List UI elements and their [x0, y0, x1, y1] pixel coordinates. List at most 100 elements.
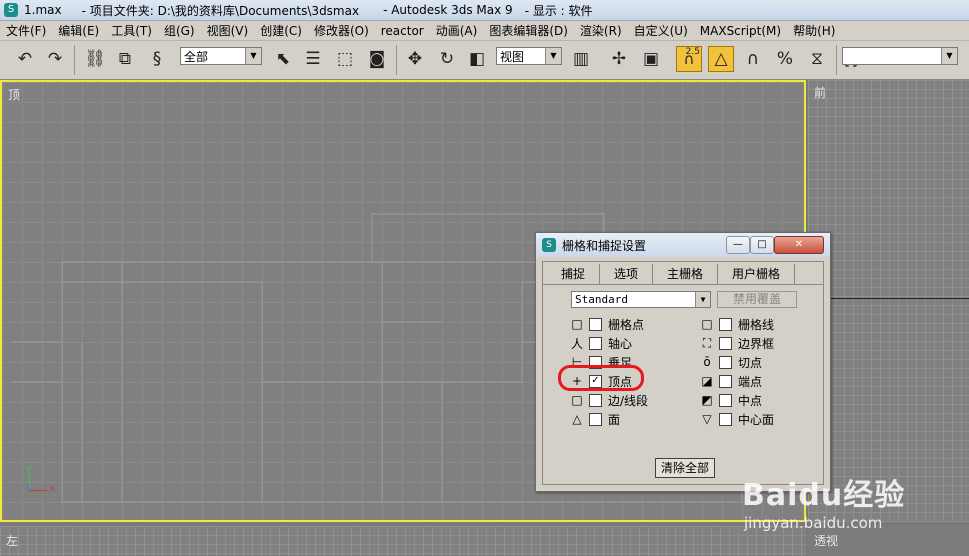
option-label: 中点	[738, 393, 763, 408]
dialog-title: 栅格和捕捉设置	[562, 238, 647, 253]
checkbox[interactable]	[719, 412, 732, 426]
viewport-front[interactable]: 前	[808, 80, 969, 522]
named-selection-dropdown[interactable]: ▼	[842, 47, 958, 65]
snap-option-bounding-box[interactable]: ⛶ 边界框	[699, 335, 774, 351]
snap-option-midpoint[interactable]: ◩ 中点	[699, 392, 762, 408]
selection-filter-dropdown[interactable]: 全部 ▼	[180, 47, 262, 65]
checkbox[interactable]	[719, 355, 732, 369]
clear-all-button[interactable]: 清除全部	[655, 458, 715, 478]
menu-customize[interactable]: 自定义(U)	[628, 22, 694, 39]
menu-animation[interactable]: 动画(A)	[430, 22, 484, 39]
chevron-down-icon: ▼	[695, 292, 710, 307]
tab-user-grids[interactable]: 用户栅格	[718, 264, 796, 284]
snap-option-grid-lines[interactable]: □ 栅格线	[699, 316, 774, 332]
checkbox[interactable]	[719, 393, 732, 407]
snap-option-center-face[interactable]: ▽ 中心面	[699, 411, 774, 427]
3dsmax-app-icon[interactable]: S	[4, 3, 18, 17]
chevron-down-icon: ▼	[941, 48, 957, 64]
close-icon[interactable]: ✕	[774, 236, 824, 254]
menu-modifiers[interactable]: 修改器(O)	[308, 22, 375, 39]
checkbox[interactable]	[719, 317, 732, 331]
toolbar-separator	[74, 45, 75, 75]
main-toolbar: ↶ ↷ ⛓ ⧉ § 全部 ▼ ⬉ ☰ ⬚ ◙ ✥ ↻ ◧ 视图 ▼ ▥ ✢ ▣ …	[0, 41, 969, 80]
snap-option-tangent[interactable]: ō 切点	[699, 354, 762, 370]
menu-file[interactable]: 文件(F)	[0, 22, 52, 39]
snaps-toggle-icon[interactable]: ▣	[638, 46, 664, 72]
menu-create[interactable]: 创建(C)	[254, 22, 308, 39]
checkbox[interactable]	[589, 336, 602, 350]
reference-coordinate-value: 视图	[500, 50, 525, 64]
grid-lines-icon: □	[701, 317, 713, 331]
spinner-snap-toggle-icon[interactable]: ⧖	[804, 46, 830, 72]
tab-options[interactable]: 选项	[600, 264, 654, 284]
toolbar-separator	[396, 45, 397, 75]
3dsmax-app-icon: S	[542, 238, 556, 252]
axis-tripod: y x z	[24, 464, 55, 494]
redo-icon[interactable]: ↷	[42, 46, 68, 72]
title-app: - Autodesk 3ds Max 9	[383, 3, 513, 17]
snap-type-dropdown[interactable]: Standard ▼	[571, 291, 711, 308]
reference-coordinate-dropdown[interactable]: 视图 ▼	[496, 47, 562, 65]
tab-snaps[interactable]: 捕捉	[547, 264, 601, 284]
minimize-icon[interactable]: —	[726, 236, 750, 254]
menu-graph-editors[interactable]: 图表编辑器(D)	[483, 22, 574, 39]
window-crossing-icon[interactable]: ◙	[364, 46, 390, 72]
checkbox[interactable]	[589, 393, 602, 407]
percent-snap-icon[interactable]: %	[772, 46, 798, 72]
viewport-front-label[interactable]: 前	[814, 84, 826, 101]
title-bar: S 1.max - 项目文件夹: D:\我的资料库\Documents\3dsm…	[0, 0, 969, 21]
checkbox[interactable]	[719, 336, 732, 350]
option-label: 轴心	[608, 336, 633, 351]
snap-option-pivot[interactable]: 人 轴心	[569, 335, 632, 351]
checkbox[interactable]	[589, 317, 602, 331]
menu-tools[interactable]: 工具(T)	[105, 22, 158, 39]
select-and-link-icon[interactable]: ⛓	[82, 46, 108, 72]
menu-edit[interactable]: 编辑(E)	[52, 22, 105, 39]
snap-option-grid-points[interactable]: □ 栅格点	[569, 316, 644, 332]
angle-snap-toggle-icon[interactable]: ∩ 2.5	[676, 46, 702, 72]
menu-help[interactable]: 帮助(H)	[787, 22, 841, 39]
menu-rendering[interactable]: 渲染(R)	[574, 22, 628, 39]
tab-home-grid[interactable]: 主栅格	[653, 264, 719, 284]
percent-snap-toggle-icon[interactable]: △	[708, 46, 734, 72]
checkbox[interactable]	[719, 374, 732, 388]
pivot-point-center-icon[interactable]: ▥	[568, 46, 594, 72]
viewport-left[interactable]: 左	[0, 526, 806, 556]
menu-views[interactable]: 视图(V)	[201, 22, 255, 39]
override-off-button[interactable]: 禁用覆盖	[717, 291, 797, 308]
chevron-down-icon: ▼	[545, 48, 561, 64]
menu-maxscript[interactable]: MAXScript(M)	[694, 24, 787, 38]
tab-divider	[543, 284, 823, 285]
select-object-icon[interactable]: ⬉	[270, 46, 296, 72]
menu-reactor[interactable]: reactor	[375, 24, 430, 38]
title-file: 1.max	[24, 3, 62, 17]
snap-option-edge-segment[interactable]: □ 边/线段	[569, 392, 648, 408]
toolbar-separator	[836, 45, 837, 75]
edge-segment-icon: □	[571, 393, 583, 407]
viewport-perspective-label[interactable]: 透视	[814, 532, 838, 549]
midpoint-icon: ◩	[701, 393, 713, 407]
select-and-manipulate-icon[interactable]: ✢	[606, 46, 632, 72]
menu-group[interactable]: 组(G)	[158, 22, 201, 39]
undo-icon[interactable]: ↶	[12, 46, 38, 72]
rectangular-selection-icon[interactable]: ⬚	[332, 46, 358, 72]
select-and-rotate-icon[interactable]: ↻	[434, 46, 460, 72]
snap-option-face[interactable]: △ 面	[569, 411, 620, 427]
option-label: 端点	[738, 374, 763, 389]
unlink-selection-icon[interactable]: ⧉	[112, 46, 138, 72]
watermark-url: jingyan.baidu.com	[744, 514, 883, 532]
select-and-move-icon[interactable]: ✥	[402, 46, 428, 72]
viewport-left-label[interactable]: 左	[6, 532, 18, 549]
option-label: 面	[608, 412, 621, 427]
checkbox[interactable]	[589, 412, 602, 426]
spinner-snap-icon[interactable]: ∩	[740, 46, 766, 72]
watermark-brand: Baidu经验	[742, 478, 906, 513]
bind-to-space-warp-icon[interactable]: §	[144, 46, 170, 72]
select-by-name-icon[interactable]: ☰	[300, 46, 326, 72]
dialog-title-bar[interactable]: S 栅格和捕捉设置 — □ ✕	[536, 233, 830, 257]
option-label: 切点	[738, 355, 763, 370]
snap-option-endpoint[interactable]: ◪ 端点	[699, 373, 762, 389]
maximize-icon[interactable]: □	[750, 236, 774, 254]
dialog-tabs: 捕捉 选项 主栅格 用户栅格	[547, 264, 796, 284]
select-and-scale-icon[interactable]: ◧	[464, 46, 490, 72]
